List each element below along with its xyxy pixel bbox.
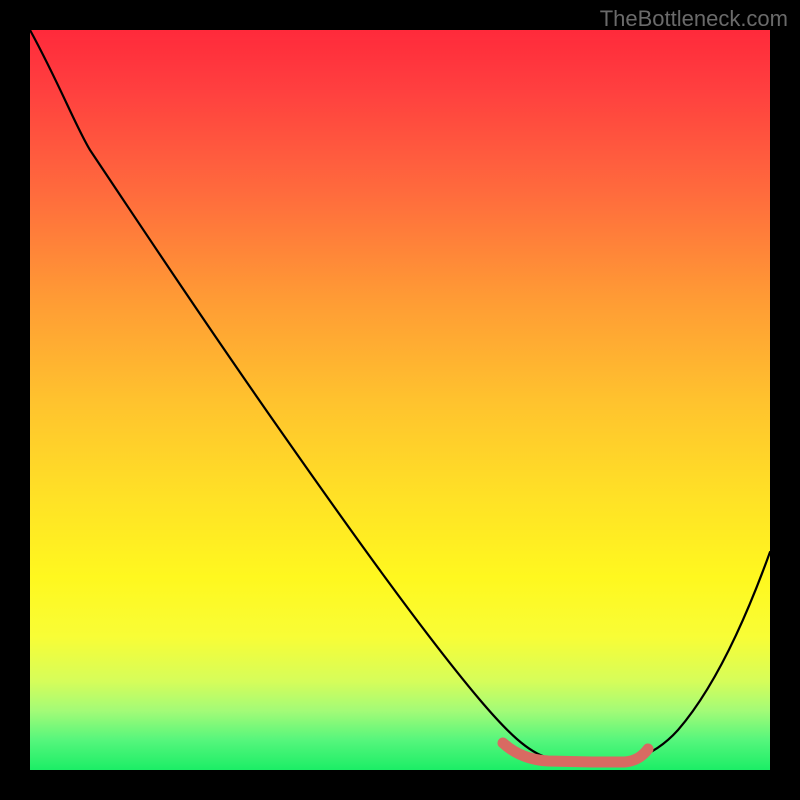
chart-frame: TheBottleneck.com (0, 0, 800, 800)
curve-svg (30, 30, 770, 770)
plot-area (30, 30, 770, 770)
watermark-text: TheBottleneck.com (600, 6, 788, 32)
main-curve (30, 30, 770, 761)
